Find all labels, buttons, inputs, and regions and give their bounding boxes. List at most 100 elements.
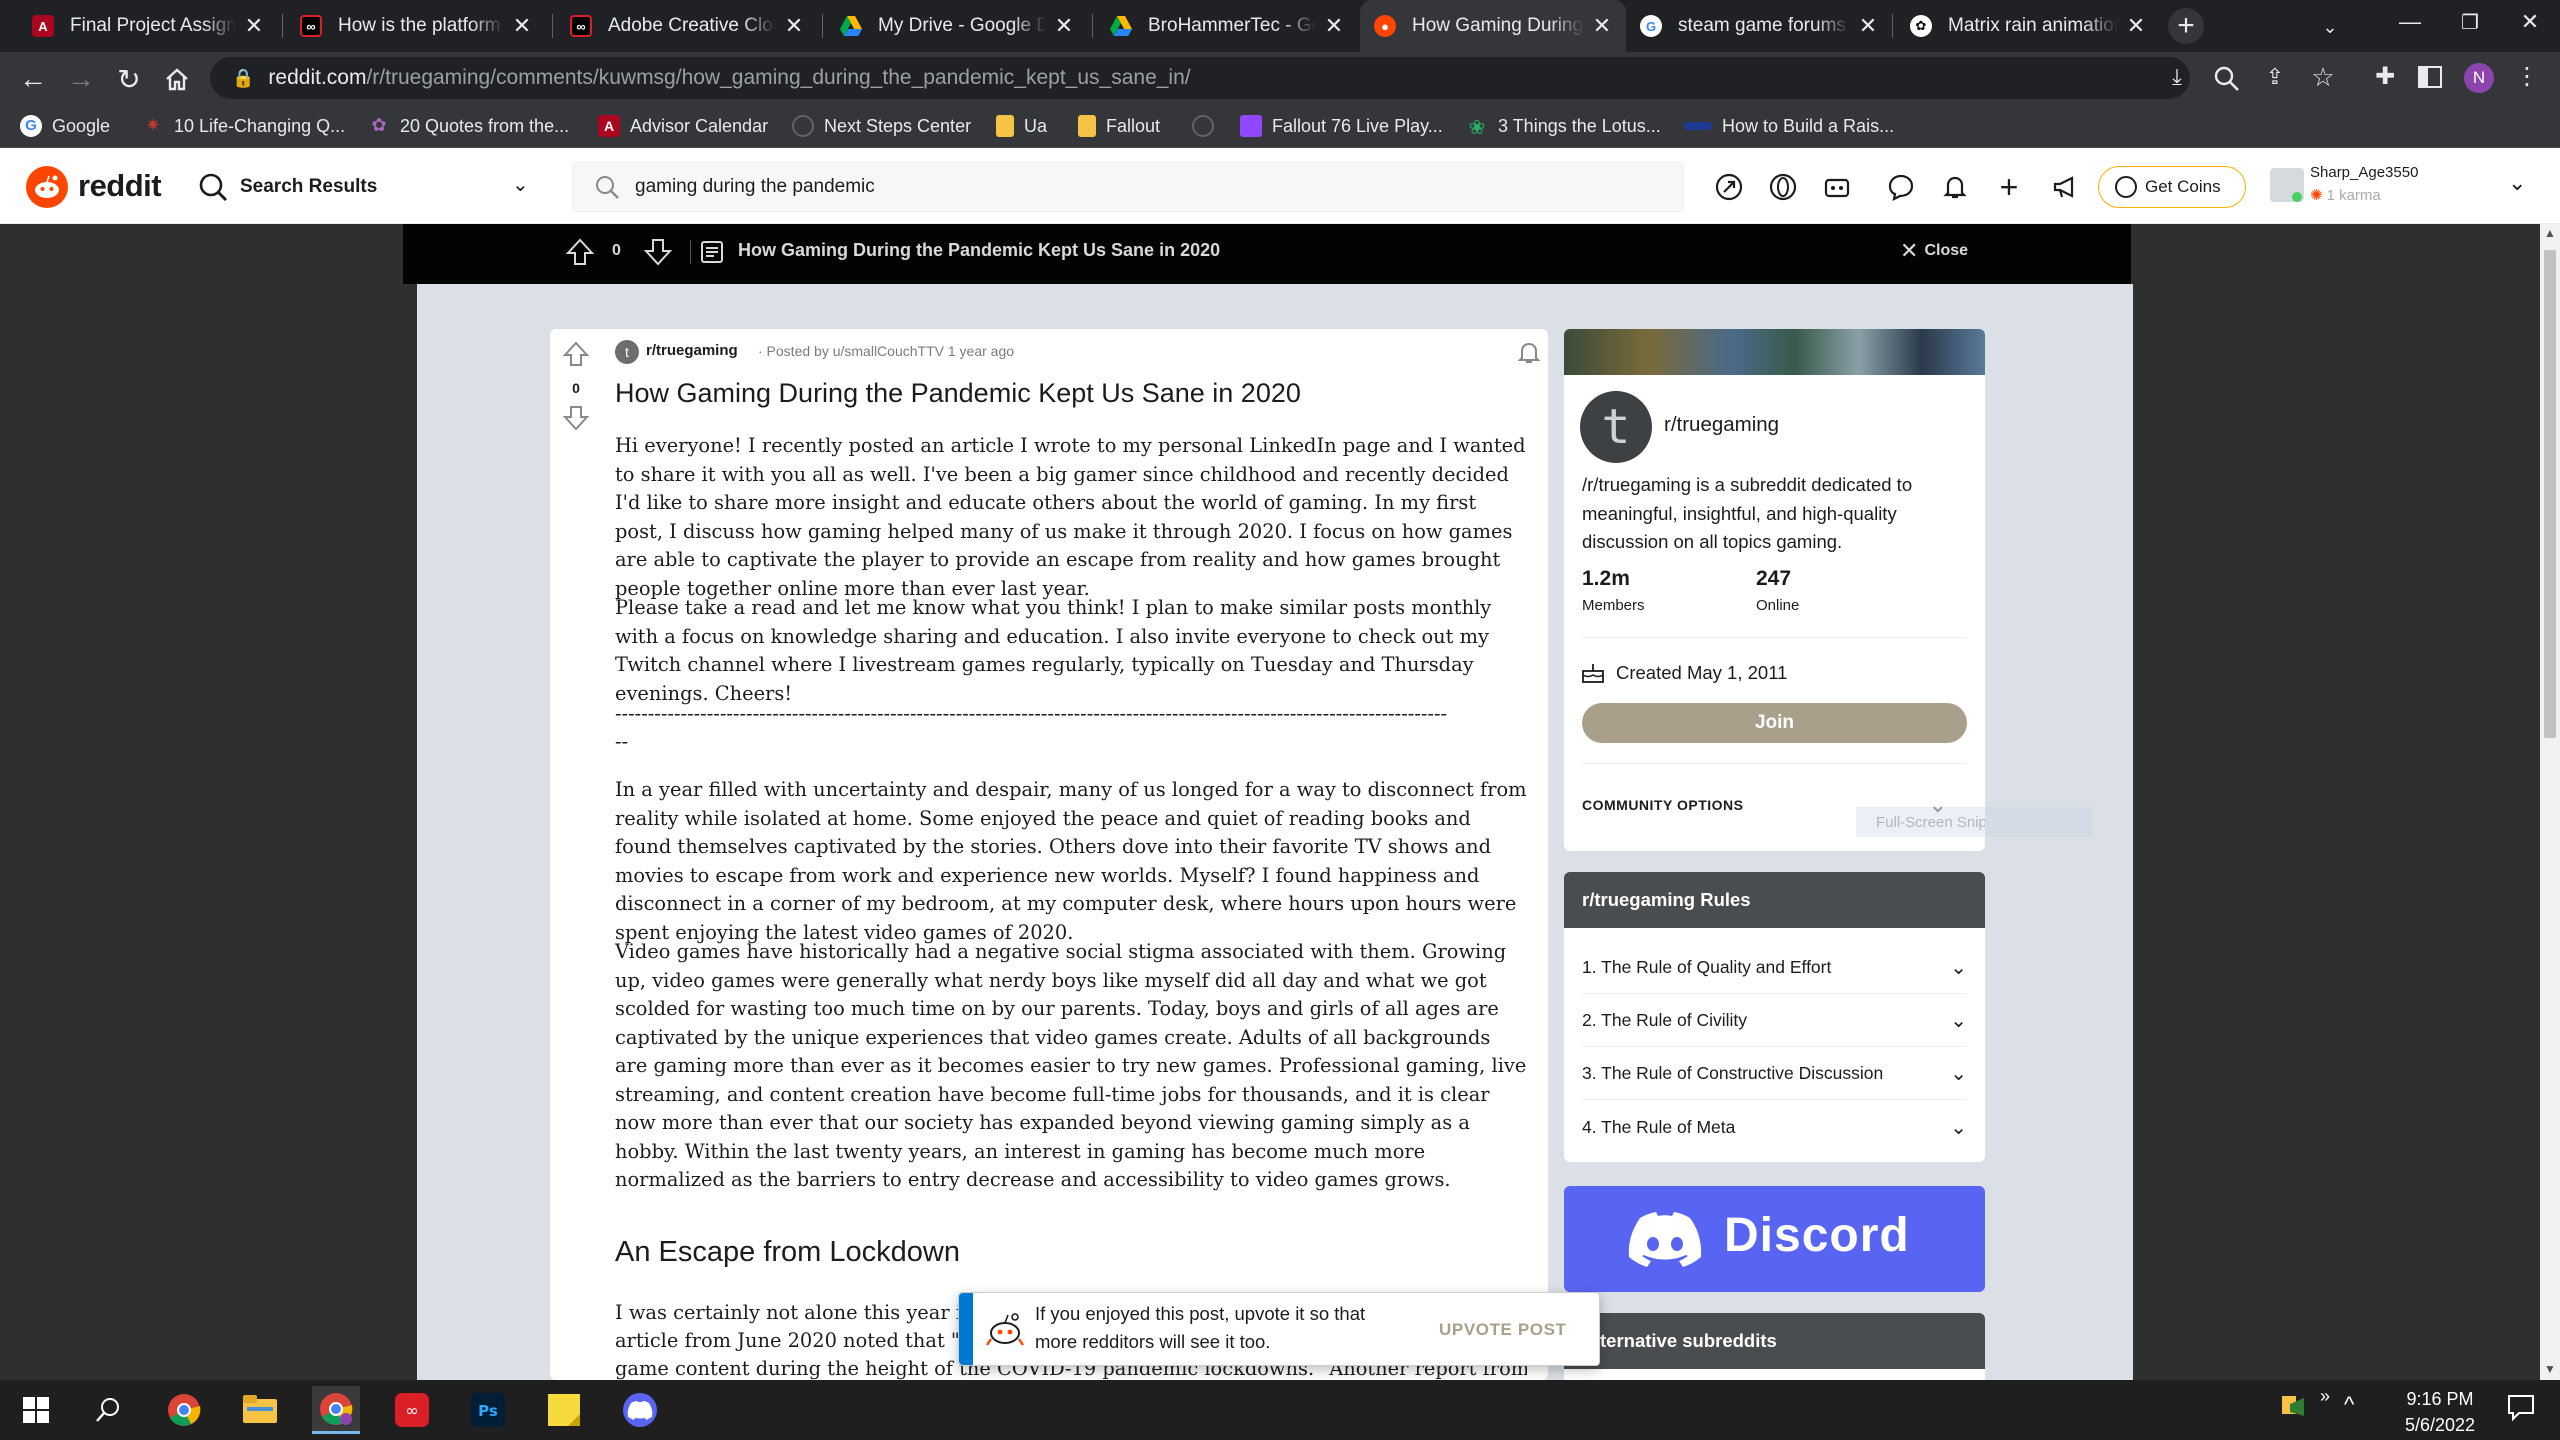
bookmark-item[interactable]: Next Steps Center <box>792 104 971 148</box>
profile-avatar[interactable]: N <box>2464 63 2494 93</box>
upvote-icon[interactable] <box>564 236 596 268</box>
scrollbar-thumb[interactable] <box>2544 250 2556 738</box>
creative-cloud-icon[interactable]: ∞ <box>388 1386 436 1434</box>
window-close-icon[interactable]: ✕ <box>2500 0 2560 44</box>
subreddit-icon[interactable]: t <box>615 340 639 364</box>
toast-text-line: If you enjoyed this post, upvote it so t… <box>1035 1303 1366 1324</box>
close-icon[interactable]: ✕ <box>1324 13 1344 39</box>
bookmark-item[interactable]: A Advisor Calendar <box>598 104 768 148</box>
close-icon[interactable]: ✕ <box>2126 13 2146 39</box>
browser-tab[interactable]: G steam game forums ✕ <box>1626 0 1892 52</box>
rules-header: r/truegaming Rules <box>1564 872 1985 928</box>
browser-tab-active[interactable]: ● How Gaming During ✕ <box>1360 0 1626 52</box>
rule-item[interactable]: 4. The Rule of Meta ⌄ <box>1582 1101 1967 1153</box>
join-button[interactable]: Join <box>1582 703 1967 743</box>
close-icon[interactable]: ✕ <box>1858 13 1878 39</box>
browser-tab[interactable]: A Final Project Assignm ✕ <box>18 0 278 52</box>
close-icon[interactable]: ✕ <box>244 13 264 39</box>
downvote-icon[interactable] <box>642 236 674 268</box>
post-paragraph: Please take a read and let me know what … <box>615 596 1492 705</box>
clock[interactable]: 9:16 PM 5/6/2022 <box>2380 1386 2500 1438</box>
discord-icon[interactable] <box>616 1386 664 1434</box>
create-post-icon[interactable]: + <box>1992 169 2026 205</box>
tray-app-icon[interactable] <box>2278 1390 2310 1422</box>
reddit-logo-icon[interactable] <box>26 166 68 208</box>
chevron-up-icon[interactable]: ^ <box>2344 1392 2354 1418</box>
notifications-bell-icon[interactable] <box>1516 340 1542 366</box>
bookmark-folder[interactable]: Ua <box>996 104 1047 148</box>
new-tab-button[interactable]: + <box>2168 8 2204 44</box>
photoshop-icon[interactable]: Ps <box>464 1386 512 1434</box>
address-bar[interactable]: 🔒 reddit.com/r/truegaming/comments/kuwms… <box>210 57 2190 99</box>
sticky-notes-icon[interactable] <box>540 1386 588 1434</box>
back-icon[interactable]: ← <box>16 62 50 96</box>
bookmark-item[interactable]: Fallout 76 Live Play... <box>1240 104 1443 148</box>
forward-icon[interactable]: → <box>64 62 98 96</box>
tray-overflow-icon[interactable]: » <box>2320 1386 2330 1407</box>
chevron-down-icon[interactable]: ⌄ <box>512 172 536 196</box>
file-explorer-icon[interactable] <box>236 1386 284 1434</box>
scroll-up-arrow[interactable]: ▲ <box>2544 226 2556 240</box>
clock-date: 5/6/2022 <box>2404 1415 2476 1435</box>
rule-item[interactable]: 1. The Rule of Quality and Effort ⌄ <box>1582 942 1967 994</box>
scrollbar[interactable]: ▲ ▼ <box>2540 224 2560 1380</box>
restore-icon[interactable]: ❐ <box>2440 0 2500 44</box>
bookmark-item[interactable]: ✷ 10 Life-Changing Q... <box>142 104 345 148</box>
close-icon[interactable]: ✕ <box>1592 13 1612 39</box>
post-subreddit-link[interactable]: r/truegaming <box>646 342 738 359</box>
rule-item[interactable]: 3. The Rule of Constructive Discussion ⌄ <box>1582 1048 1967 1100</box>
browser-tab[interactable]: ∞ How is the platform T ✕ <box>286 0 546 52</box>
minimize-icon[interactable]: — <box>2380 0 2440 44</box>
bookmark-folder[interactable]: Fallout <box>1078 104 1160 148</box>
notifications-bell-icon[interactable] <box>1938 170 1972 204</box>
bookmark-item[interactable]: How to Build a Rais... <box>1684 104 1894 148</box>
advertise-megaphone-icon[interactable] <box>2048 170 2082 204</box>
downvote-icon[interactable] <box>562 404 590 432</box>
community-name[interactable]: r/truegaming <box>1664 413 1779 437</box>
share-icon[interactable]: ⇪ <box>2260 64 2290 94</box>
chat-icon[interactable] <box>1884 170 1918 204</box>
rule-item[interactable]: 2. The Rule of Civility ⌄ <box>1582 995 1967 1047</box>
upvote-icon[interactable] <box>562 340 590 368</box>
bookmark-google[interactable]: G Google <box>20 104 110 148</box>
reddit-icon: ● <box>1374 15 1396 37</box>
user-menu[interactable]: Sharp_Age3550 ✺ 1 karma ⌄ <box>2270 164 2560 210</box>
close-icon[interactable]: ✕ <box>512 13 532 39</box>
home-icon[interactable] <box>160 62 194 96</box>
close-icon[interactable]: ✕ <box>784 13 804 39</box>
tab-search-icon[interactable]: ⌄ <box>2300 10 2360 44</box>
browser-tab[interactable]: ∞ Adobe Creative Cloud ✕ <box>556 0 818 52</box>
notification-center-icon[interactable] <box>2506 1392 2536 1422</box>
menu-kebab-icon[interactable]: ⋮ <box>2512 62 2542 92</box>
browser-tab[interactable]: My Drive - Google Dr ✕ <box>826 0 1088 52</box>
close-overlay-button[interactable]: ✕ Close <box>1900 238 1968 264</box>
bookmark-item[interactable] <box>1192 104 1224 148</box>
discord-widget[interactable]: Discord <box>1564 1186 1985 1292</box>
reload-icon[interactable]: ↻ <box>112 62 146 96</box>
post-age: 1 year ago <box>947 343 1015 359</box>
browser-tab[interactable]: BroHammerTec - Goo ✕ <box>1096 0 1358 52</box>
install-icon[interactable]: ⤓ <box>2162 64 2192 94</box>
windows-start-icon[interactable] <box>12 1386 60 1434</box>
chrome-profile-icon[interactable] <box>312 1386 360 1434</box>
nav-dropdown-label[interactable]: Search Results <box>240 176 377 198</box>
popular-icon[interactable] <box>1712 170 1746 204</box>
bookmark-item[interactable]: ❀ 3 Things the Lotus... <box>1466 104 1661 148</box>
reddit-wordmark[interactable]: reddit <box>78 168 162 204</box>
extensions-icon[interactable]: ✚ <box>2370 62 2400 92</box>
rpan-icon[interactable] <box>1820 170 1854 204</box>
post-author[interactable]: · Posted by u/smallCouchTTV <box>758 343 944 359</box>
scroll-down-arrow[interactable]: ▼ <box>2544 1362 2556 1376</box>
search-input[interactable]: gaming during the pandemic <box>572 162 1684 212</box>
browser-tab[interactable]: ✿ Matrix rain animation ✕ <box>1896 0 2160 52</box>
coins-icon[interactable] <box>1766 170 1800 204</box>
side-panel-icon[interactable] <box>2418 66 2442 88</box>
bookmark-star-icon[interactable]: ☆ <box>2308 62 2338 92</box>
chrome-icon[interactable] <box>160 1386 208 1434</box>
bookmark-item[interactable]: ✿ 20 Quotes from the... <box>368 104 569 148</box>
search-icon[interactable] <box>84 1386 132 1434</box>
zoom-icon[interactable] <box>2212 64 2242 94</box>
close-icon[interactable]: ✕ <box>1054 13 1074 39</box>
upvote-post-button[interactable]: UPVOTE POST <box>1439 1313 1567 1347</box>
get-coins-button[interactable]: Get Coins <box>2098 166 2246 208</box>
